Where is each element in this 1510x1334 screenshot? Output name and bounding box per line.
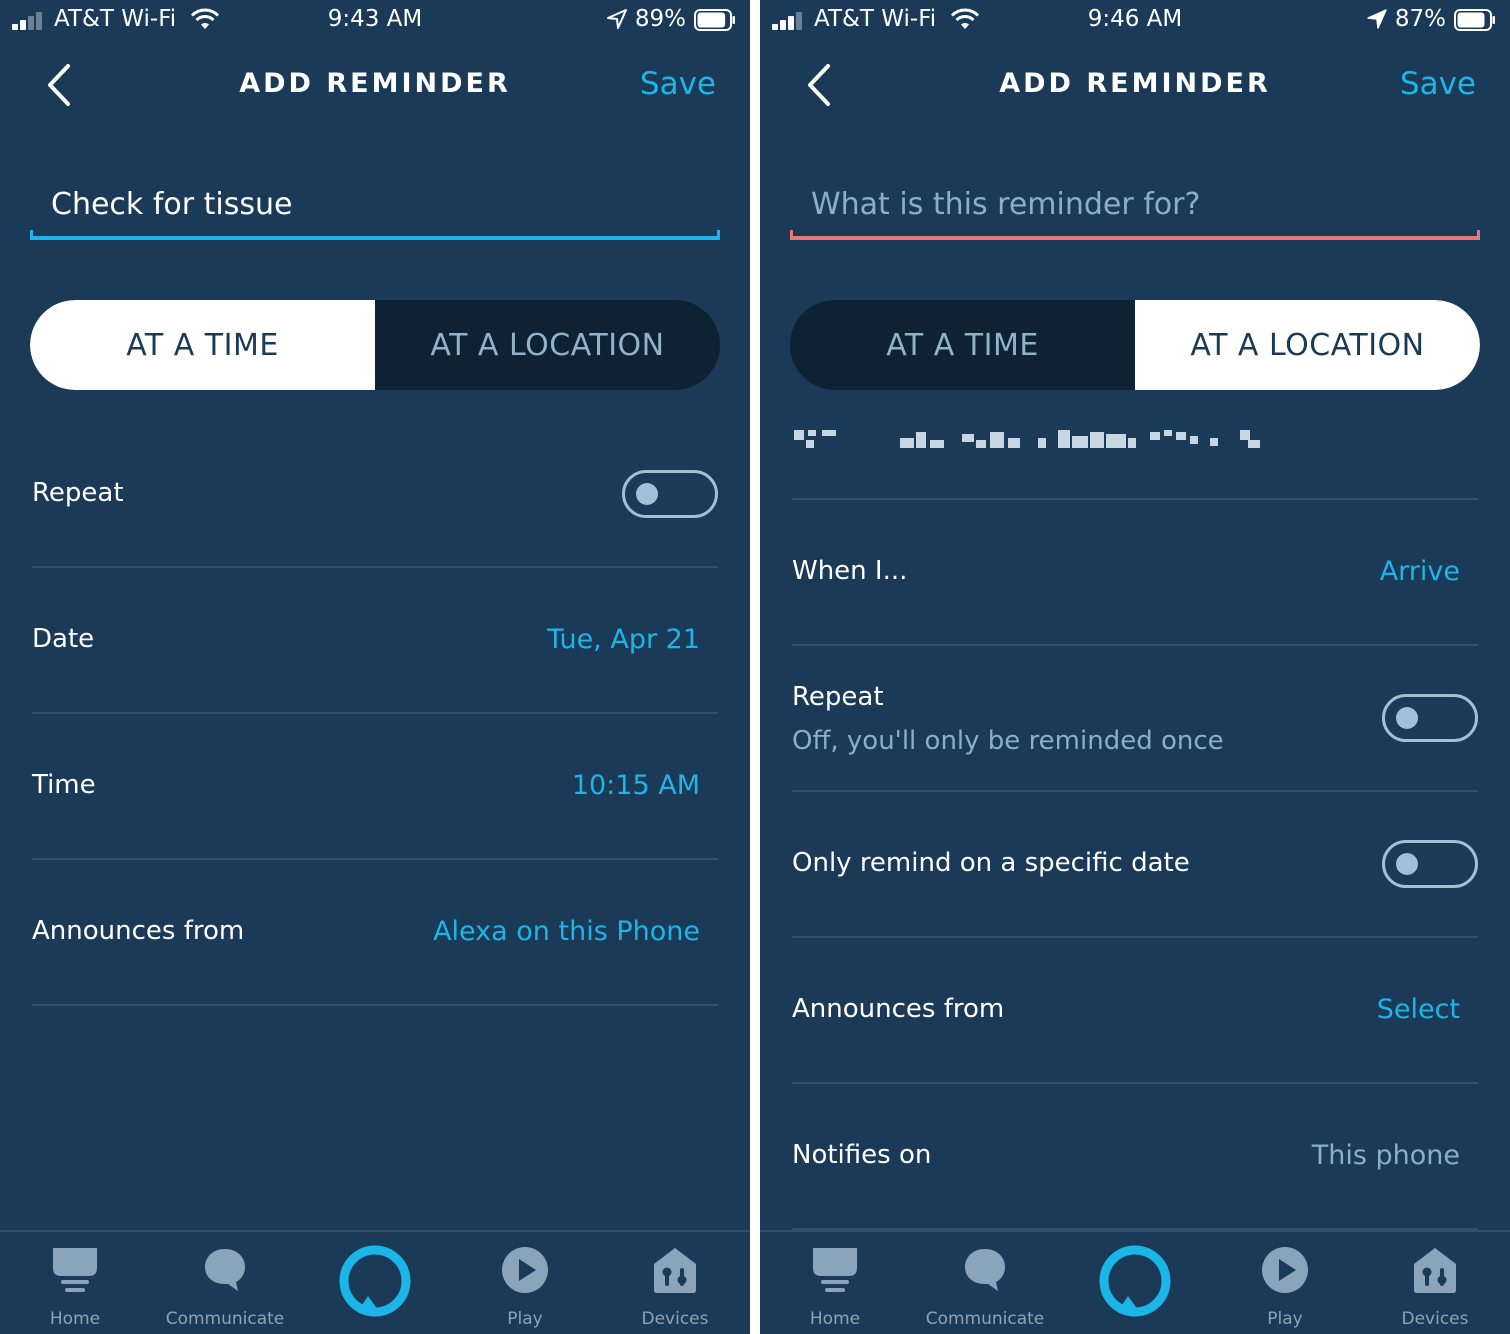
battery-percentage: 87% [1394, 6, 1446, 32]
specific-date-row: Only remind on a specific date [792, 792, 1478, 938]
notifies-on-row: Notifies on This phone [792, 1084, 1478, 1230]
devices-house-icon [1414, 1248, 1456, 1293]
reminder-input[interactable] [790, 168, 1480, 240]
page-title: ADD REMINDER [999, 68, 1271, 99]
page-title: ADD REMINDER [239, 68, 511, 99]
nav-communicate[interactable]: Communicate [150, 1232, 300, 1334]
announces-from-label: Announces from [792, 994, 1005, 1024]
input-underline-error [790, 230, 1480, 240]
nav-home-label: Home [809, 1309, 861, 1329]
time-row[interactable]: Time 10:15 AM [32, 714, 718, 860]
speech-bubble-icon [205, 1249, 245, 1291]
nav-communicate-label: Communicate [165, 1309, 285, 1329]
battery-icon [1454, 9, 1495, 31]
repeat-toggle[interactable] [622, 470, 718, 518]
reminder-text-field [30, 168, 720, 240]
save-button[interactable]: Save [640, 66, 716, 102]
input-underline [30, 230, 720, 240]
toggle-knob [1396, 707, 1418, 729]
repeat-label: Repeat [32, 478, 124, 508]
notifies-on-value: This phone [1311, 1140, 1460, 1171]
reminder-text-field [790, 168, 1480, 240]
segment-at-a-location[interactable]: AT A LOCATION [1135, 300, 1480, 390]
segment-at-a-location[interactable]: AT A LOCATION [375, 300, 720, 390]
nav-devices-label: Devices [641, 1309, 709, 1329]
devices-house-icon [654, 1248, 696, 1293]
speech-bubble-icon [965, 1249, 1005, 1291]
nav-home[interactable]: Home [760, 1232, 910, 1334]
time-value[interactable]: 10:15 AM [572, 770, 700, 801]
announces-from-value[interactable]: Select [1377, 994, 1460, 1025]
battery-percentage: 89% [634, 6, 686, 32]
save-button[interactable]: Save [1400, 66, 1476, 102]
when-i-value[interactable]: Arrive [1380, 556, 1460, 587]
home-icon [53, 1248, 97, 1292]
notifies-on-label: Notifies on [792, 1140, 932, 1170]
toggle-knob [636, 483, 658, 505]
nav-play[interactable]: Play [450, 1232, 600, 1334]
repeat-label: Repeat [792, 682, 884, 712]
nav-play-label: Play [1267, 1309, 1303, 1329]
nav-devices[interactable]: Devices [1360, 1232, 1510, 1334]
announces-from-value[interactable]: Alexa on this Phone [433, 916, 700, 947]
date-value[interactable]: Tue, Apr 21 [547, 624, 700, 655]
reminder-type-segmented-control: AT A TIME AT A LOCATION [790, 300, 1480, 390]
announces-from-row[interactable]: Announces from Alexa on this Phone [32, 860, 718, 1006]
status-bar: AT&T Wi-Fi 9:46 AM 87% [760, 0, 1510, 42]
time-label: Time [32, 770, 96, 800]
play-icon [1262, 1247, 1308, 1293]
nav-communicate[interactable]: Communicate [910, 1232, 1060, 1334]
location-services-icon [1367, 9, 1387, 29]
specific-date-label: Only remind on a specific date [792, 848, 1190, 878]
toggle-knob [1396, 853, 1418, 875]
segment-at-a-time[interactable]: AT A TIME [790, 300, 1135, 390]
phone-screen-at-a-time: AT&T Wi-Fi 9:43 AM 89% ADD REMINDER Save… [0, 0, 750, 1334]
nav-communicate-label: Communicate [925, 1309, 1045, 1329]
battery-icon [694, 9, 735, 31]
play-icon [502, 1247, 548, 1293]
segment-at-a-time[interactable]: AT A TIME [30, 300, 375, 390]
announces-from-label: Announces from [32, 916, 245, 946]
repeat-row: Repeat Off, you'll only be reminded once [792, 646, 1478, 792]
location-services-icon [607, 9, 627, 29]
nav-devices-label: Devices [1401, 1309, 1469, 1329]
repeat-toggle[interactable] [1382, 694, 1478, 742]
reminder-type-segmented-control: AT A TIME AT A LOCATION [30, 300, 720, 390]
alexa-ring-icon[interactable] [338, 1244, 412, 1318]
reminder-input[interactable] [30, 168, 720, 240]
nav-play[interactable]: Play [1210, 1232, 1360, 1334]
specific-date-toggle[interactable] [1382, 840, 1478, 888]
bottom-navigation: Home Communicate Play Devices [0, 1230, 750, 1334]
nav-home[interactable]: Home [0, 1232, 150, 1334]
when-i-label: When I... [792, 556, 908, 586]
announces-from-row[interactable]: Announces from Select [792, 938, 1478, 1084]
status-bar: AT&T Wi-Fi 9:43 AM 89% [0, 0, 750, 42]
home-icon [813, 1248, 857, 1292]
redacted-address-row[interactable] [792, 408, 1478, 500]
repeat-row: Repeat [32, 422, 718, 568]
date-row[interactable]: Date Tue, Apr 21 [32, 568, 718, 714]
alexa-ring-icon[interactable] [1098, 1244, 1172, 1318]
bottom-navigation: Home Communicate Play Devices [760, 1230, 1510, 1334]
date-label: Date [32, 624, 95, 654]
phone-screen-at-a-location: AT&T Wi-Fi 9:46 AM 87% ADD REMINDER Save… [760, 0, 1510, 1334]
nav-devices[interactable]: Devices [600, 1232, 750, 1334]
nav-play-label: Play [507, 1309, 543, 1329]
when-i-row[interactable]: When I... Arrive [792, 500, 1478, 646]
nav-home-label: Home [49, 1309, 101, 1329]
repeat-sublabel: Off, you'll only be reminded once [792, 726, 1224, 756]
